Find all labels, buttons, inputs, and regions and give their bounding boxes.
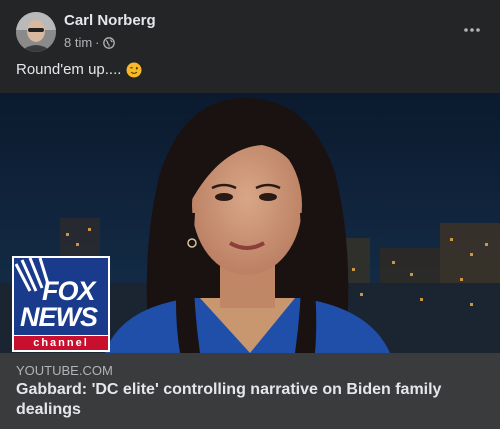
- meta-separator: ·: [95, 35, 100, 50]
- avatar-image: [16, 12, 56, 52]
- link-preview-info[interactable]: YOUTUBE.COM Gabbard: 'DC elite' controll…: [0, 353, 500, 429]
- post-meta: 8 tim ·: [64, 35, 115, 50]
- winking-face-emoji: [126, 62, 142, 77]
- fox-logo-line3: channel: [33, 337, 89, 349]
- globe-icon[interactable]: [102, 36, 115, 49]
- more-horizontal-icon: [464, 28, 480, 32]
- author-avatar[interactable]: [16, 12, 56, 52]
- link-title[interactable]: Gabbard: 'DC elite' controlling narrativ…: [16, 380, 486, 420]
- post-caption: Round'em up....: [16, 61, 142, 78]
- more-options-button[interactable]: [458, 18, 486, 42]
- link-domain: YOUTUBE.COM: [16, 363, 113, 378]
- author-name[interactable]: Carl Norberg: [64, 12, 156, 29]
- post-header: Carl Norberg 8 tim ·: [0, 0, 500, 58]
- fox-news-logo: FOX NEWS channel: [12, 256, 110, 352]
- post-time[interactable]: 8 tim: [64, 35, 92, 50]
- fox-logo-line2: NEWS: [20, 302, 98, 332]
- fox-logo-line1: FOX: [42, 276, 96, 306]
- facebook-post: Carl Norberg 8 tim · Round'em up.... FOX…: [0, 0, 500, 429]
- caption-text: Round'em up....: [16, 61, 122, 78]
